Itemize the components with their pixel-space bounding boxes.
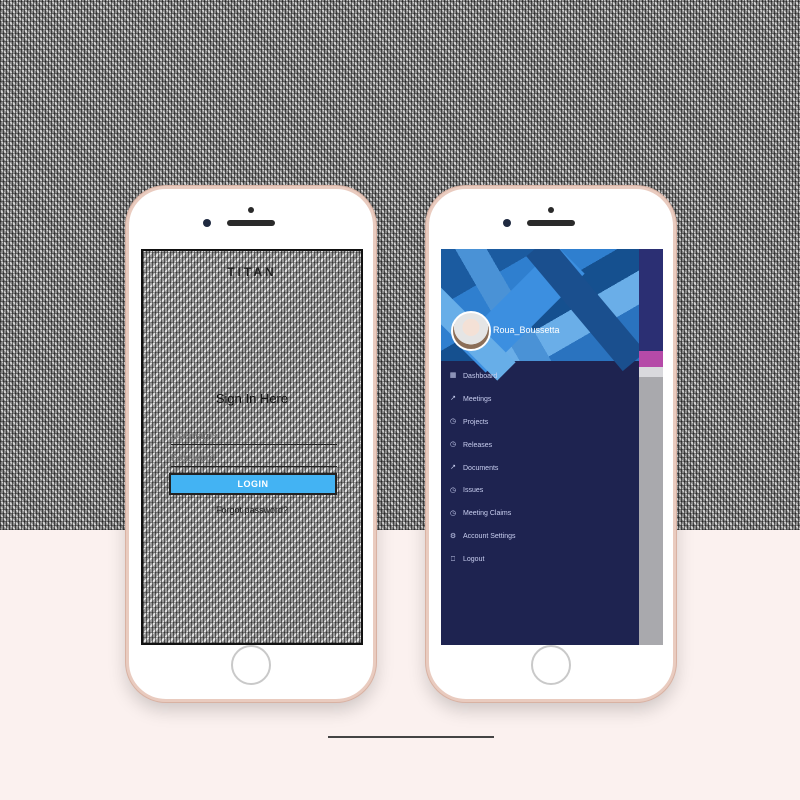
grid-icon: ▦: [449, 372, 457, 380]
menu-item-meetings[interactable]: ↗ Meetings: [441, 388, 639, 411]
password-input[interactable]: [171, 451, 337, 467]
menu-item-label: Account Settings: [463, 533, 516, 541]
menu-item-projects[interactable]: ◷ Projects: [441, 411, 639, 434]
logout-icon: ⎕: [450, 555, 456, 563]
front-camera: [203, 219, 211, 227]
home-button[interactable]: [531, 645, 571, 685]
login-button[interactable]: LOGIN: [169, 473, 337, 495]
username-input[interactable]: [171, 429, 337, 445]
menu-item-label: Dashboard: [463, 372, 498, 380]
earpiece-speaker: [527, 220, 575, 226]
forgot-password-link[interactable]: Forgot password?: [143, 505, 361, 515]
app-title: TITAN: [227, 265, 277, 279]
trend-icon: ↗: [450, 464, 456, 471]
clock-icon: ◷: [449, 486, 457, 494]
login-screen: TITAN Sign In Here LOGIN Forgot password…: [141, 249, 363, 645]
menu-item-meeting-claims[interactable]: ◷ Meeting Claims: [441, 502, 639, 525]
menu-item-dashboard[interactable]: ▦ Dashboard: [441, 365, 639, 388]
clock-icon: ◷: [449, 441, 457, 449]
background-noise: [0, 0, 800, 530]
earpiece-speaker: [227, 220, 275, 226]
menu-item-label: Meetings: [463, 395, 492, 403]
floor-divider: [328, 736, 494, 738]
camera-dot: [548, 207, 554, 213]
menu-item-label: Projects: [463, 418, 489, 426]
menu-item-label: Documents: [463, 464, 499, 472]
clock-icon: ◷: [449, 418, 457, 426]
drawer-menu: ▦ Dashboard ↗ Meetings ◷ Projects ◷ Rele…: [441, 365, 639, 571]
menu-item-label: Meeting Claims: [463, 510, 512, 518]
gear-icon: ⚙: [449, 532, 457, 540]
scrim-toolbar: [639, 249, 663, 351]
drawer-scrim[interactable]: [639, 249, 663, 645]
menu-item-label: Issues: [463, 487, 484, 495]
scrim-accent: [639, 351, 663, 367]
user-name: Roua_Boussetta: [493, 325, 560, 335]
avatar[interactable]: [451, 311, 491, 351]
camera-dot: [248, 207, 254, 213]
front-camera: [503, 219, 511, 227]
menu-item-account-settings[interactable]: ⚙ Account Settings: [441, 525, 639, 548]
drawer-screen: Roua_Boussetta ▦ Dashboard ↗ Meetings ◷ …: [441, 249, 663, 645]
menu-item-label: Logout: [463, 556, 485, 564]
home-button[interactable]: [231, 645, 271, 685]
menu-item-issues[interactable]: ◷ Issues: [441, 479, 639, 502]
menu-item-documents[interactable]: ↗ Documents: [441, 457, 639, 480]
login-heading: Sign In Here: [215, 391, 289, 406]
menu-item-logout[interactable]: ⎕ Logout: [441, 548, 639, 571]
menu-item-releases[interactable]: ◷ Releases: [441, 434, 639, 457]
menu-item-label: Releases: [463, 441, 493, 449]
phone-drawer: Roua_Boussetta ▦ Dashboard ↗ Meetings ◷ …: [426, 186, 676, 702]
trend-icon: ↗: [450, 395, 456, 403]
clock-icon: ◷: [449, 509, 457, 517]
phone-login: TITAN Sign In Here LOGIN Forgot password…: [126, 186, 376, 702]
scrim-band: [639, 367, 663, 377]
drawer-header: Roua_Boussetta: [441, 249, 646, 381]
